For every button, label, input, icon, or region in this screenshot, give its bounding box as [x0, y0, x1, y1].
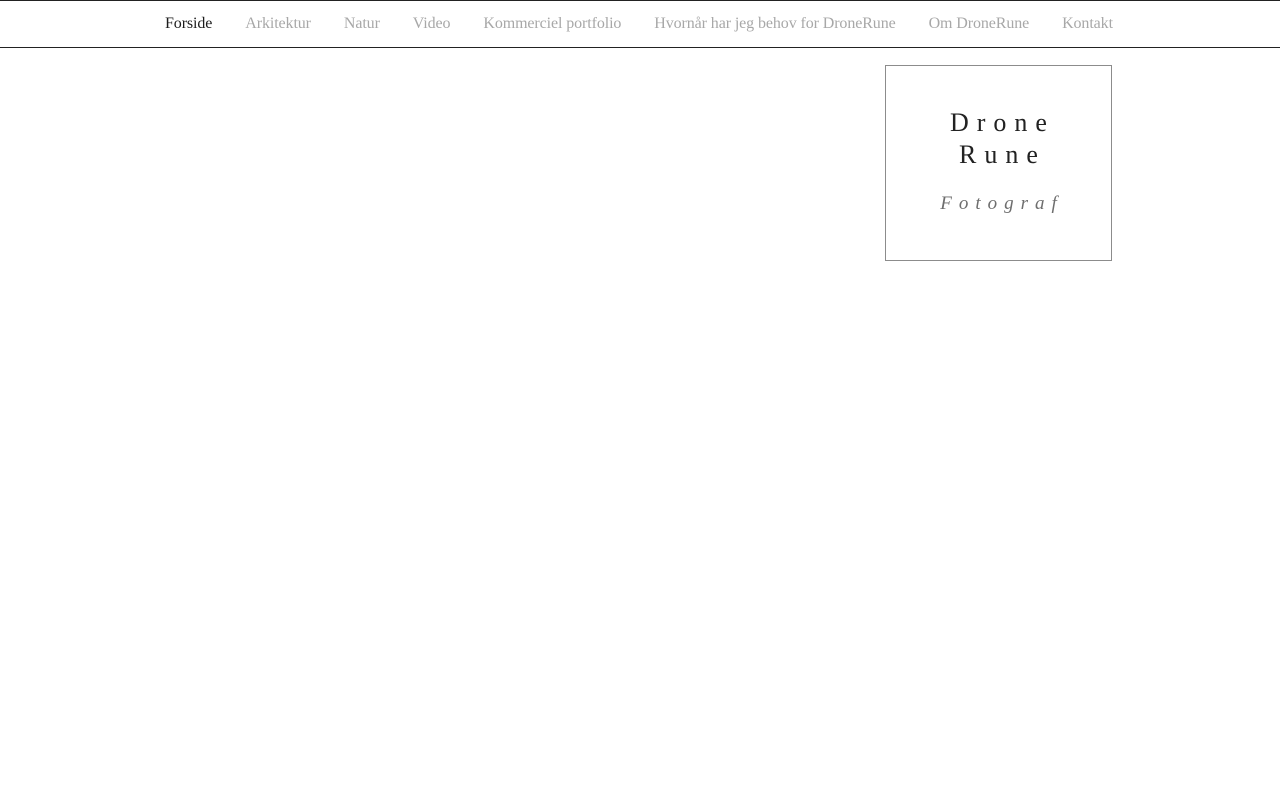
- nav-menu: Forside Arkitektur Natur Video Kommercie…: [165, 1, 1113, 47]
- nav-item-om-dronerune[interactable]: Om DroneRune: [929, 1, 1030, 47]
- site-logo[interactable]: Drone Rune Fotograf: [885, 65, 1112, 261]
- logo-title-line-1: Drone: [950, 108, 1055, 137]
- nav-item-kontakt[interactable]: Kontakt: [1062, 1, 1113, 47]
- logo-subtitle: Fotograf: [940, 193, 1064, 214]
- logo-title-line-2: Rune: [959, 140, 1046, 169]
- nav-item-kommerciel-portfolio[interactable]: Kommerciel portfolio: [483, 1, 621, 47]
- nav-item-arkitektur[interactable]: Arkitektur: [245, 1, 311, 47]
- nav-item-video[interactable]: Video: [413, 1, 451, 47]
- nav-item-forside[interactable]: Forside: [165, 1, 212, 47]
- nav-item-natur[interactable]: Natur: [344, 1, 380, 47]
- top-navigation: Forside Arkitektur Natur Video Kommercie…: [0, 0, 1280, 48]
- nav-item-hvornaar-behov[interactable]: Hvornår har jeg behov for DroneRune: [654, 1, 895, 47]
